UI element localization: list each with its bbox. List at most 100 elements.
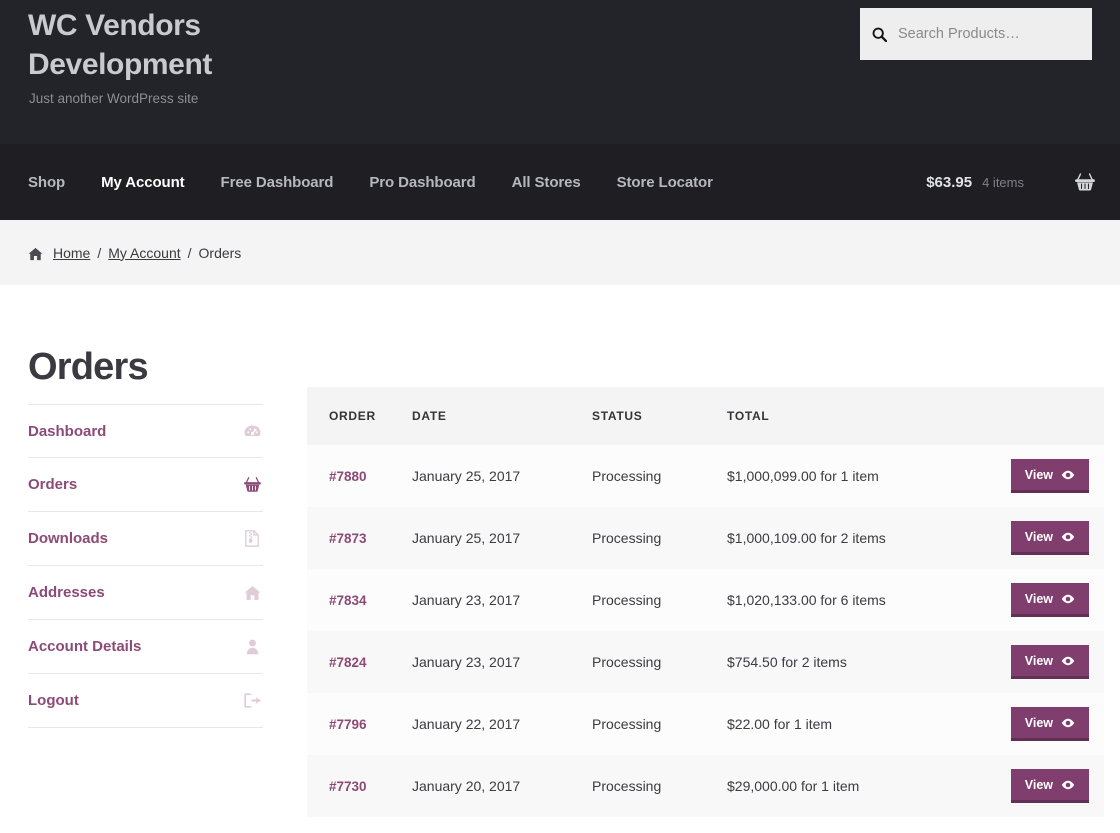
cell-date: January 23, 2017: [412, 569, 592, 631]
view-order-button[interactable]: View: [1010, 582, 1089, 618]
site-header: WC Vendors Development Just another Word…: [0, 0, 1120, 144]
brand-block: WC Vendors Development Just another Word…: [28, 6, 588, 108]
cart-summary[interactable]: $63.95 4 items: [926, 144, 1096, 220]
primary-navigation: Shop My Account Free Dashboard Pro Dashb…: [0, 144, 1120, 220]
sidebar-item-addresses[interactable]: Addresses: [28, 566, 263, 620]
cart-total-amount: $63.95: [926, 173, 973, 191]
cell-status: Processing: [592, 445, 727, 507]
view-order-button[interactable]: View: [1010, 644, 1089, 680]
eye-icon: [1061, 718, 1075, 728]
column-header-total: TOTAL: [727, 387, 982, 445]
table-row: #7873 January 25, 2017 Processing $1,000…: [307, 507, 1104, 569]
cell-total: $1,000,099.00 for 1 item: [727, 445, 982, 507]
sidebar-item-label: Account Details: [28, 638, 142, 655]
column-header-order: ORDER: [307, 387, 412, 445]
orders-table-head: ORDER DATE STATUS TOTAL: [307, 387, 1104, 445]
cell-total: $29,000.00 for 1 item: [727, 755, 982, 817]
cell-total: $754.50 for 2 items: [727, 631, 982, 693]
breadcrumb-my-account-link[interactable]: My Account: [108, 245, 180, 261]
breadcrumb-home-link[interactable]: Home: [53, 245, 90, 261]
cell-actions: View: [982, 693, 1104, 755]
cell-status: Processing: [592, 569, 727, 631]
site-title[interactable]: WC Vendors Development: [28, 6, 278, 84]
search-input[interactable]: [898, 8, 1092, 60]
view-order-button[interactable]: View: [1010, 458, 1089, 494]
eye-icon: [1061, 532, 1075, 542]
home-icon: [241, 585, 263, 601]
view-button-label: View: [1024, 777, 1053, 792]
cell-order: #7796: [307, 693, 412, 755]
order-number-link[interactable]: #7730: [329, 779, 367, 794]
table-row: #7880 January 25, 2017 Processing $1,000…: [307, 445, 1104, 507]
view-order-button[interactable]: View: [1010, 520, 1089, 556]
column-header-date: DATE: [412, 387, 592, 445]
eye-icon: [1061, 656, 1075, 666]
cell-date: January 25, 2017: [412, 507, 592, 569]
orders-table: ORDER DATE STATUS TOTAL #7880 January 25…: [307, 387, 1104, 817]
view-order-button[interactable]: View: [1010, 768, 1089, 804]
search-icon: [860, 27, 898, 42]
column-header-status: STATUS: [592, 387, 727, 445]
order-number-link[interactable]: #7880: [329, 469, 367, 484]
nav-link-my-account[interactable]: My Account: [101, 174, 206, 191]
cell-total: $22.00 for 1 item: [727, 693, 982, 755]
nav-link-free-dashboard[interactable]: Free Dashboard: [221, 174, 356, 191]
cell-actions: View: [982, 445, 1104, 507]
cell-date: January 25, 2017: [412, 445, 592, 507]
cell-order: #7873: [307, 507, 412, 569]
breadcrumb-separator-1: /: [97, 244, 102, 261]
view-button-label: View: [1024, 653, 1053, 668]
nav-item-store-locator[interactable]: Store Locator: [617, 174, 749, 191]
table-row: #7730 January 20, 2017 Processing $29,00…: [307, 755, 1104, 817]
breadcrumb-current: Orders: [198, 244, 242, 261]
nav-item-my-account[interactable]: My Account: [101, 174, 220, 191]
eye-icon: [1061, 780, 1075, 790]
tachometer-icon: [241, 424, 263, 438]
order-number-link[interactable]: #7824: [329, 655, 367, 670]
nav-item-pro-dashboard[interactable]: Pro Dashboard: [369, 174, 511, 191]
nav-link-all-stores[interactable]: All Stores: [512, 174, 603, 191]
table-row: #7824 January 23, 2017 Processing $754.5…: [307, 631, 1104, 693]
cell-order: #7824: [307, 631, 412, 693]
cell-total: $1,000,109.00 for 2 items: [727, 507, 982, 569]
page-title: Orders: [28, 346, 149, 388]
cell-status: Processing: [592, 755, 727, 817]
order-number-link[interactable]: #7796: [329, 717, 367, 732]
table-row: #7796 January 22, 2017 Processing $22.00…: [307, 693, 1104, 755]
nav-link-pro-dashboard[interactable]: Pro Dashboard: [369, 174, 497, 191]
view-button-label: View: [1024, 529, 1053, 544]
cell-status: Processing: [592, 631, 727, 693]
cell-actions: View: [982, 569, 1104, 631]
search-box[interactable]: [860, 8, 1092, 60]
sidebar-item-orders[interactable]: Orders: [28, 458, 263, 512]
sign-out-icon: [241, 693, 263, 708]
order-number-link[interactable]: #7834: [329, 593, 367, 608]
cell-actions: View: [982, 755, 1104, 817]
cell-date: January 20, 2017: [412, 755, 592, 817]
file-archive-icon: [241, 530, 263, 547]
nav-item-shop[interactable]: Shop: [28, 174, 101, 191]
shopping-basket-icon[interactable]: [1074, 172, 1096, 192]
cell-order: #7880: [307, 445, 412, 507]
nav-item-free-dashboard[interactable]: Free Dashboard: [221, 174, 370, 191]
nav-item-all-stores[interactable]: All Stores: [512, 174, 617, 191]
account-navigation: Dashboard Orders Downloads Addresses Acc…: [28, 404, 263, 728]
cell-total: $1,020,133.00 for 6 items: [727, 569, 982, 631]
view-order-button[interactable]: View: [1010, 706, 1089, 742]
sidebar-item-dashboard[interactable]: Dashboard: [28, 404, 263, 458]
sidebar-item-logout[interactable]: Logout: [28, 674, 263, 728]
cell-order: #7834: [307, 569, 412, 631]
sidebar-item-label: Logout: [28, 692, 79, 709]
nav-link-shop[interactable]: Shop: [28, 174, 87, 191]
sidebar-item-downloads[interactable]: Downloads: [28, 512, 263, 566]
sidebar-item-label: Dashboard: [28, 422, 107, 440]
view-button-label: View: [1024, 467, 1053, 482]
eye-icon: [1061, 470, 1075, 480]
sidebar-item-account-details[interactable]: Account Details: [28, 620, 263, 674]
nav-link-store-locator[interactable]: Store Locator: [617, 174, 735, 191]
breadcrumb: Home / My Account / Orders: [0, 220, 1120, 285]
eye-icon: [1061, 594, 1075, 604]
site-description: Just another WordPress site: [29, 91, 199, 106]
order-number-link[interactable]: #7873: [329, 531, 367, 546]
column-header-actions: [982, 387, 1104, 445]
